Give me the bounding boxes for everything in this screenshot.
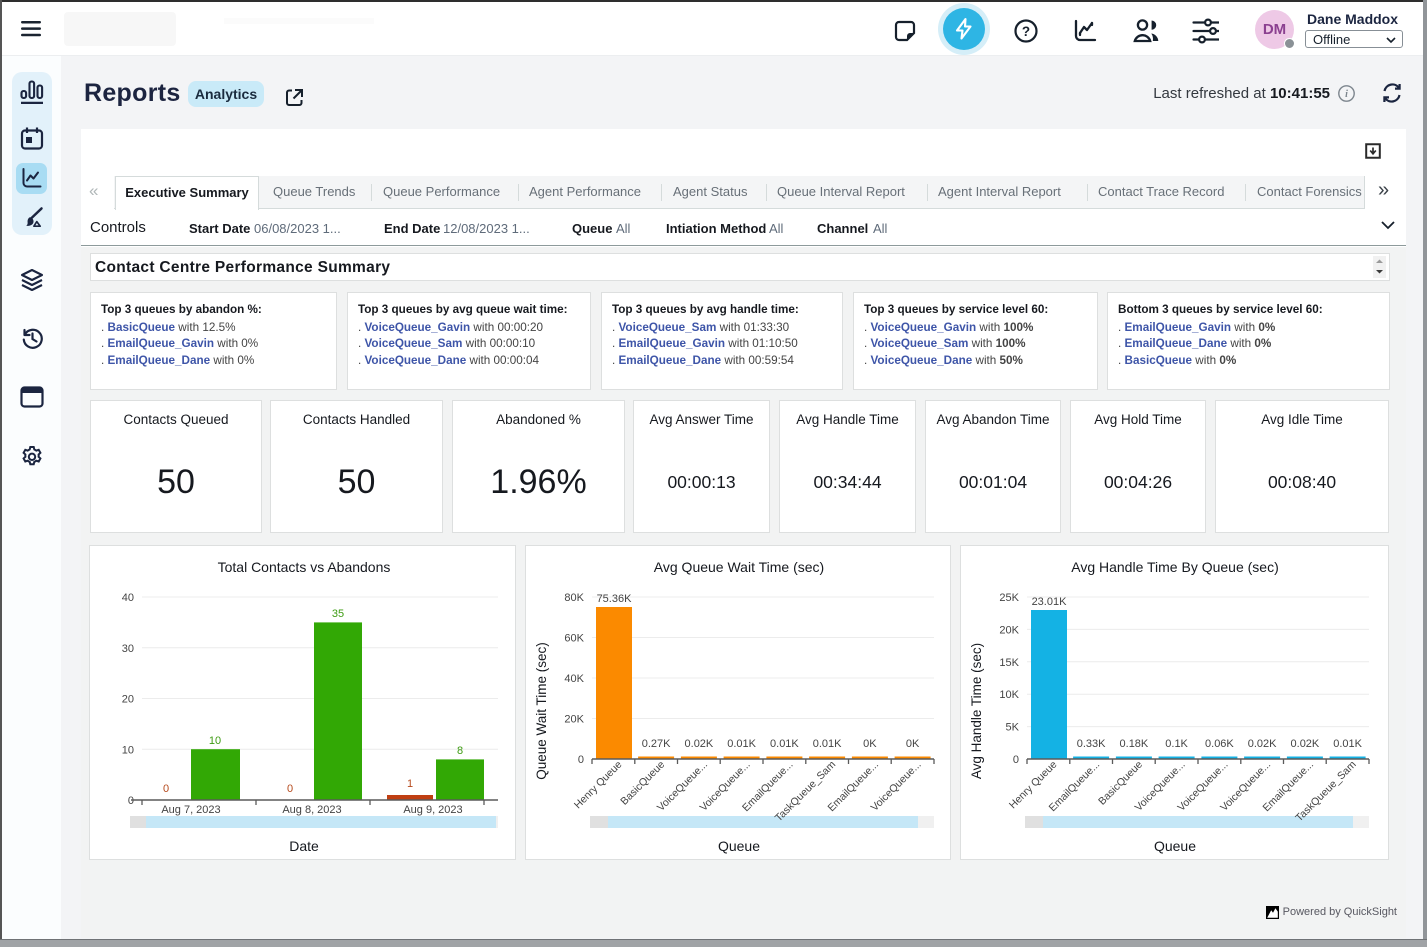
svg-text:1: 1 [407,778,413,790]
svg-text:0.01K: 0.01K [770,738,799,750]
svg-text:0K: 0K [906,738,920,750]
svg-text:0.01K: 0.01K [727,738,756,750]
svg-text:0.33K: 0.33K [1077,738,1106,750]
svg-text:10K: 10K [999,689,1019,701]
svg-text:0: 0 [163,783,169,795]
svg-text:Date: Date [289,838,319,854]
svg-text:10: 10 [122,744,134,756]
svg-text:Henry Queue: Henry Queue [572,759,625,812]
svg-text:Aug 8, 2023: Aug 8, 2023 [282,804,341,816]
svg-text:60K: 60K [564,633,584,645]
svg-text:0: 0 [287,783,293,795]
svg-text:Aug 7, 2023: Aug 7, 2023 [161,804,220,816]
svg-text:Aug 9, 2023: Aug 9, 2023 [403,804,462,816]
svg-text:Avg Handle Time By Queue (sec): Avg Handle Time By Queue (sec) [1071,559,1279,575]
svg-text:0.06K: 0.06K [1205,738,1234,750]
svg-text:0.02K: 0.02K [685,738,714,750]
svg-text:0: 0 [578,754,584,766]
svg-text:20: 20 [122,694,134,706]
svg-text:Queue: Queue [718,838,760,854]
svg-text:23.01K: 23.01K [1032,596,1068,608]
svg-text:20K: 20K [999,624,1019,636]
svg-text:Total Contacts vs Abandons: Total Contacts vs Abandons [218,559,391,575]
svg-text:Queue Wait Time (sec): Queue Wait Time (sec) [534,642,549,780]
svg-text:?: ? [1022,24,1030,39]
svg-text:0.02K: 0.02K [1248,738,1277,750]
svg-text:5K: 5K [1006,722,1020,734]
svg-text:8: 8 [457,745,463,757]
svg-text:75.36K: 75.36K [597,593,633,605]
svg-text:40: 40 [122,592,134,604]
svg-text:80K: 80K [564,592,584,604]
svg-text:30: 30 [122,643,134,655]
svg-text:0: 0 [1013,754,1019,766]
svg-text:25K: 25K [999,592,1019,604]
svg-text:0.18K: 0.18K [1120,738,1149,750]
svg-text:Avg Handle Time (sec): Avg Handle Time (sec) [969,643,984,779]
svg-text:0.01K: 0.01K [813,738,842,750]
svg-text:0K: 0K [863,738,877,750]
svg-text:Avg Queue Wait Time (sec): Avg Queue Wait Time (sec) [654,559,824,575]
svg-text:0.02K: 0.02K [1291,738,1320,750]
svg-text:10: 10 [209,735,221,747]
svg-text:0: 0 [128,795,134,807]
svg-text:0.1K: 0.1K [1165,738,1188,750]
svg-text:40K: 40K [564,673,584,685]
svg-text:20K: 20K [564,714,584,726]
svg-text:15K: 15K [999,657,1019,669]
svg-text:Queue: Queue [1154,838,1196,854]
svg-text:0.01K: 0.01K [1333,738,1362,750]
svg-text:i: i [1345,89,1348,100]
svg-text:35: 35 [332,608,344,620]
svg-text:0.27K: 0.27K [642,738,671,750]
